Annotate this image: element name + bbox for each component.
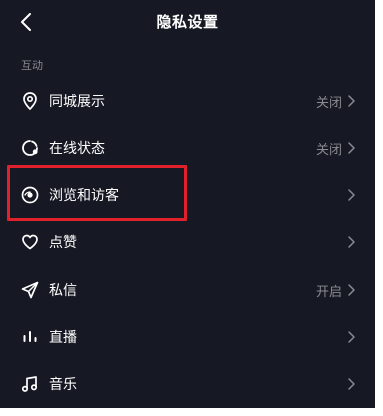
heart-icon [22,234,38,250]
music-note-icon [21,376,38,392]
settings-item-label: 直播 [49,330,77,346]
chevron-right-icon [348,378,355,390]
page-title: 隐私设置 [156,13,219,31]
settings-item-label: 点赞 [49,235,77,251]
highlight-box [7,165,187,221]
location-pin-icon [23,92,37,111]
settings-item-status: 关闭 [315,96,342,111]
settings-item-nearby[interactable]: 同城展示 关闭 [0,78,375,124]
settings-item-label: 音乐 [49,377,77,393]
section-title: 互动 [21,59,43,72]
settings-item-label: 私信 [49,283,77,299]
live-bars-icon [23,331,37,342]
settings-item-status: 开启 [315,285,342,300]
online-status-icon [22,140,38,156]
send-icon [21,281,39,299]
chevron-right-icon [348,95,355,107]
chevron-right-icon [348,142,355,154]
settings-item-likes[interactable]: 点赞 [0,219,375,265]
chevron-right-icon [348,331,355,343]
settings-item-status: 关闭 [315,143,342,158]
settings-item-music[interactable]: 音乐 [0,361,375,407]
chevron-right-icon [348,189,355,201]
nav-bar: 隐私设置 [0,0,375,44]
privacy-settings-screen: 隐私设置 互动 同城展示 关闭 在线状态 关闭 浏览和访客 点赞 私信 开启 直… [0,0,375,408]
settings-item-label: 同城展示 [49,94,105,110]
settings-item-direct-message[interactable]: 私信 开启 [0,267,375,313]
chevron-right-icon [348,236,355,248]
settings-item-label: 在线状态 [49,141,105,157]
chevron-right-icon [348,284,355,296]
settings-item-live[interactable]: 直播 [0,314,375,360]
